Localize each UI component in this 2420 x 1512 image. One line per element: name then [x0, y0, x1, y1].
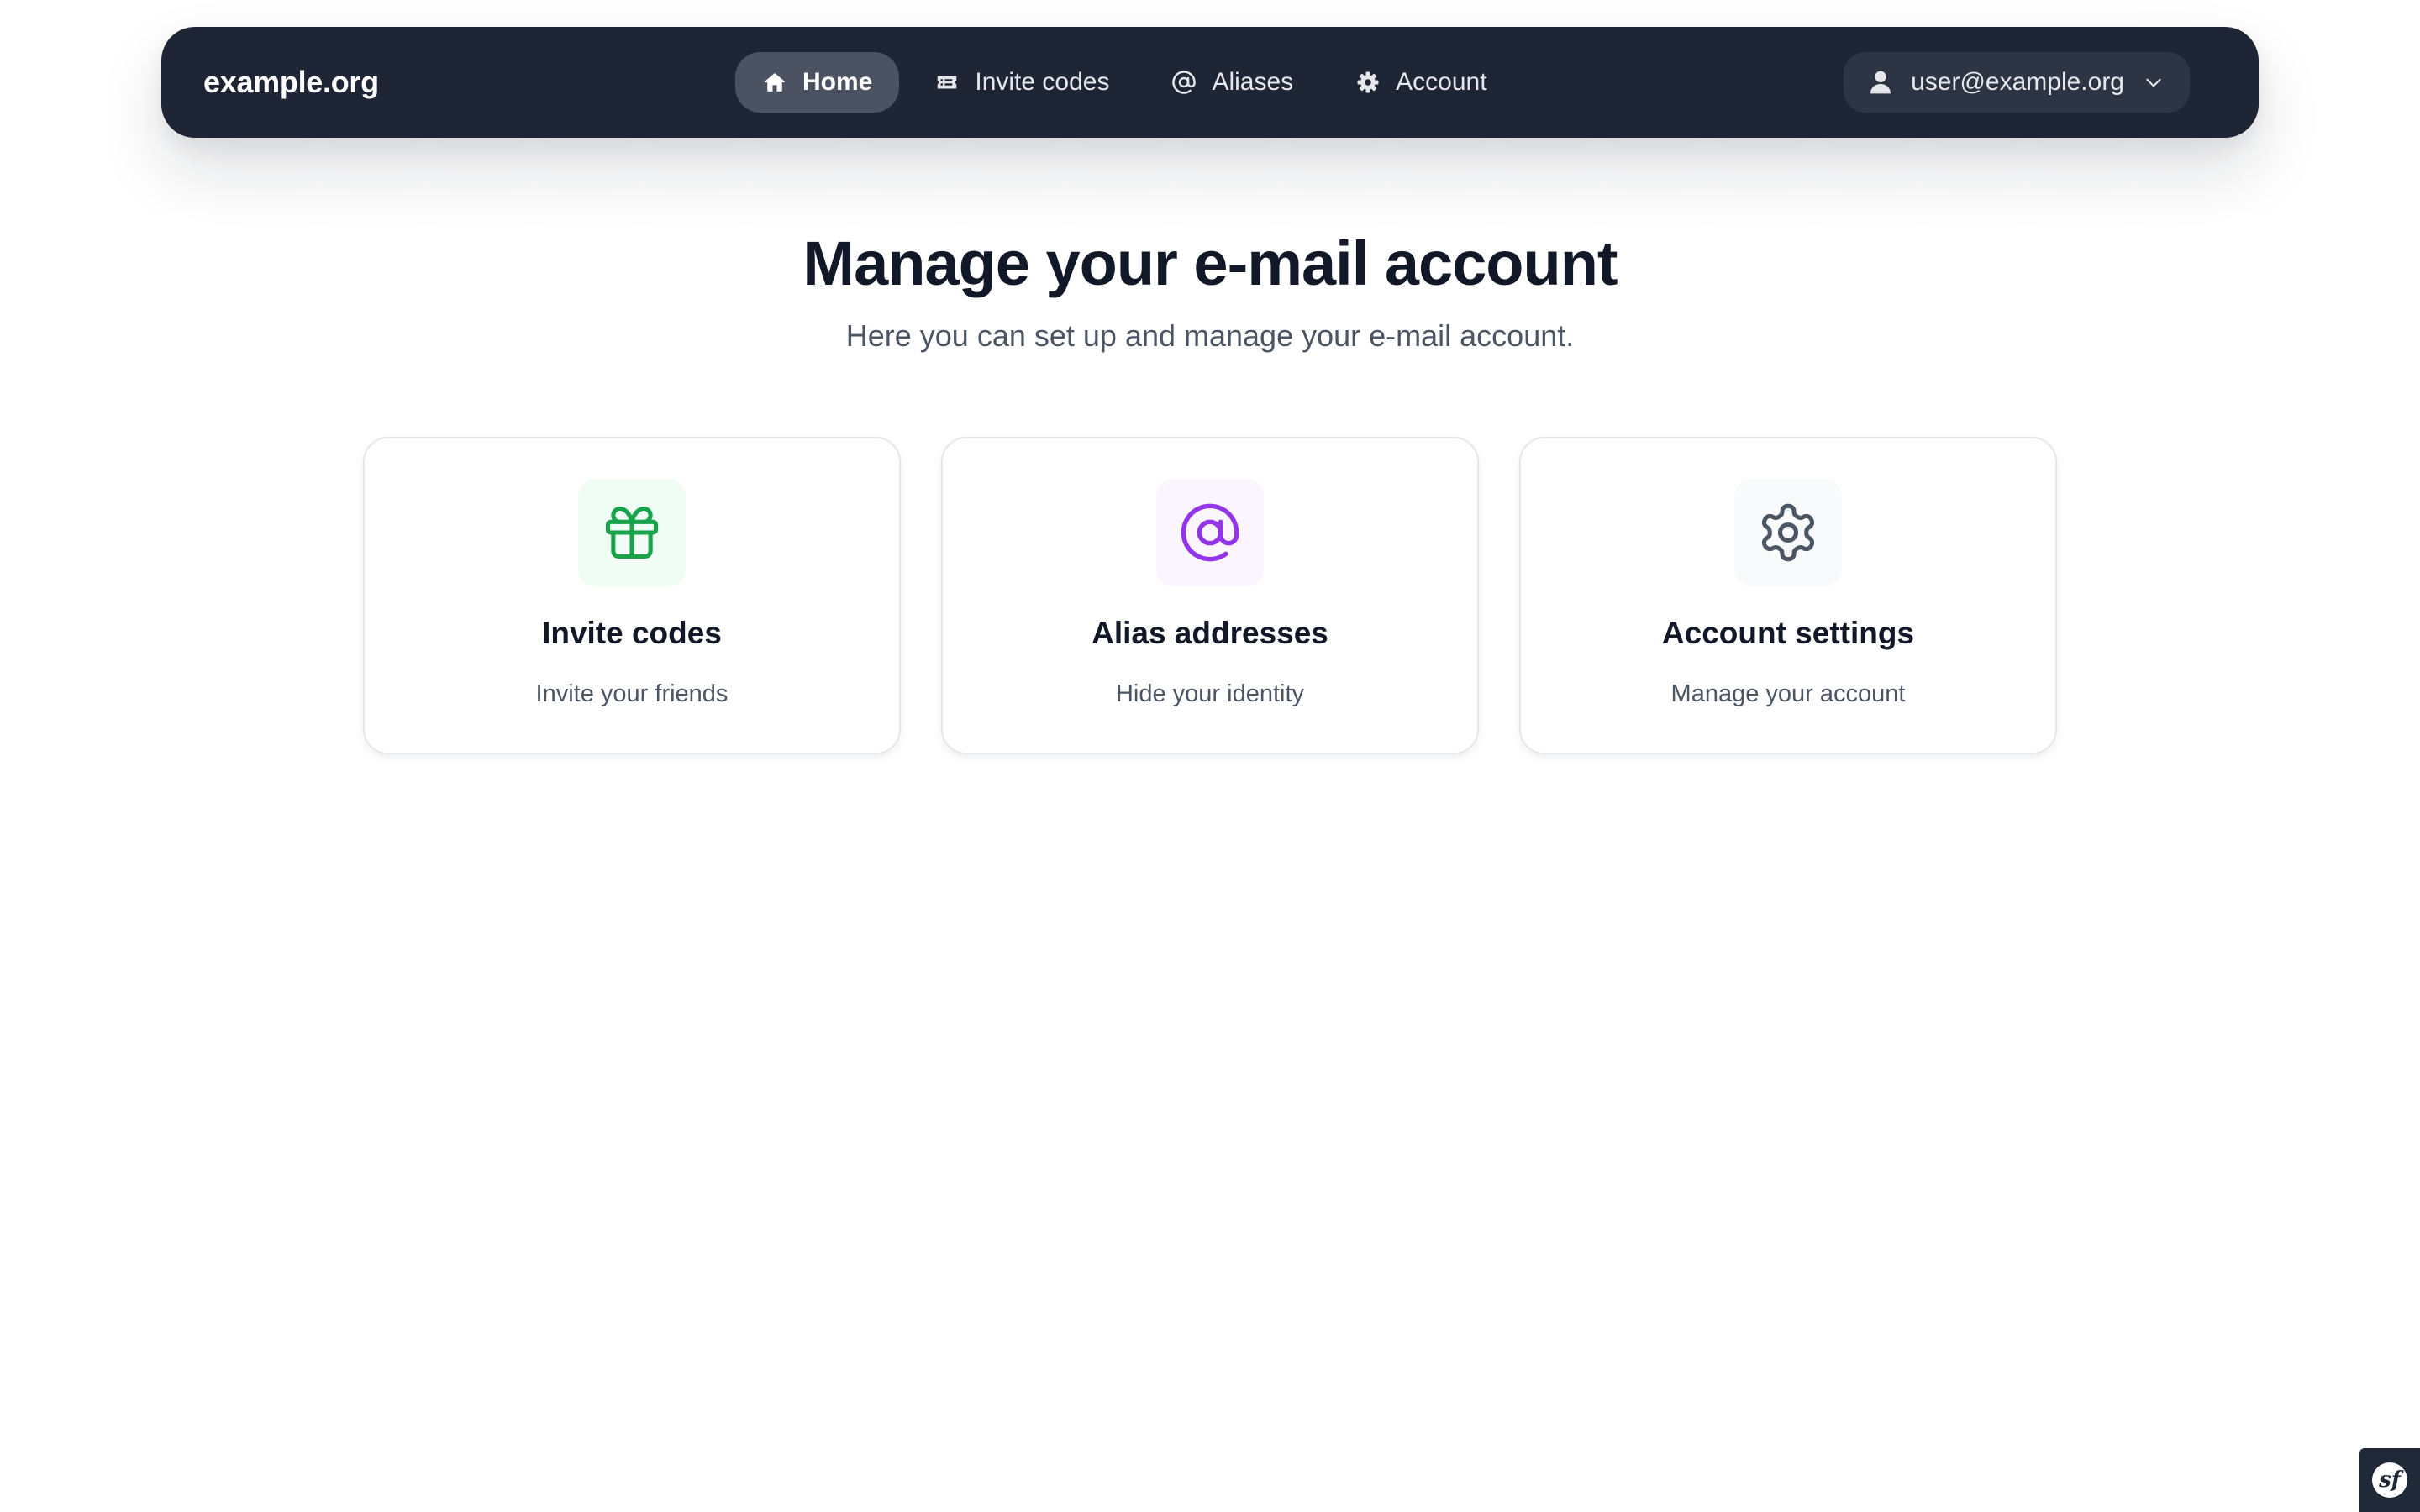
icon-container	[578, 479, 686, 586]
gear-icon	[1355, 70, 1381, 95]
card-title: Alias addresses	[1092, 616, 1328, 650]
nav-item-home[interactable]: Home	[735, 52, 900, 113]
nav-item-account[interactable]: Account	[1328, 52, 1513, 113]
ticket-icon	[934, 70, 960, 95]
page-subtitle: Here you can set up and manage your e-ma…	[845, 318, 1575, 353]
gift-icon	[605, 506, 659, 559]
gear-icon	[1761, 503, 1815, 562]
chevron-down-icon	[2143, 71, 2165, 93]
user-icon	[1867, 69, 1894, 96]
nav-item-label: Invite codes	[975, 68, 1110, 96]
feature-cards: Invite codes Invite your friends Alias a…	[363, 437, 2057, 754]
card-description: Manage your account	[1670, 680, 1906, 707]
nav-item-invite-codes[interactable]: Invite codes	[908, 52, 1136, 113]
icon-container	[1734, 479, 1842, 586]
at-sign-icon	[1171, 70, 1197, 95]
page-title: Manage your e-mail account	[802, 228, 1618, 298]
at-sign-icon	[1181, 503, 1239, 562]
debug-toolbar-toggle[interactable]: sf	[2360, 1448, 2420, 1512]
nav-item-aliases[interactable]: Aliases	[1144, 52, 1320, 113]
nav-item-label: Home	[802, 68, 873, 96]
user-menu-button[interactable]: user@example.org	[1844, 52, 2190, 113]
home-icon	[762, 70, 787, 95]
symfony-logo-icon: sf	[2372, 1462, 2407, 1498]
card-invite-codes[interactable]: Invite codes Invite your friends	[363, 437, 901, 754]
main-nav: Home Invite codes Aliases Account	[735, 52, 1514, 113]
card-alias-addresses[interactable]: Alias addresses Hide your identity	[941, 437, 1479, 754]
card-account-settings[interactable]: Account settings Manage your account	[1519, 437, 2057, 754]
brand-logo[interactable]: example.org	[203, 27, 379, 138]
hero-section: Manage your e-mail account Here you can …	[0, 225, 2420, 360]
user-email: user@example.org	[1911, 68, 2124, 96]
card-title: Account settings	[1661, 616, 1915, 650]
nav-item-label: Account	[1396, 68, 1487, 96]
nav-item-label: Aliases	[1212, 68, 1294, 96]
card-description: Invite your friends	[535, 680, 729, 707]
card-description: Hide your identity	[1115, 680, 1305, 707]
top-navbar: example.org Home Invite codes Aliases Ac…	[161, 27, 2259, 138]
icon-container	[1156, 479, 1264, 586]
card-title: Invite codes	[542, 616, 722, 650]
